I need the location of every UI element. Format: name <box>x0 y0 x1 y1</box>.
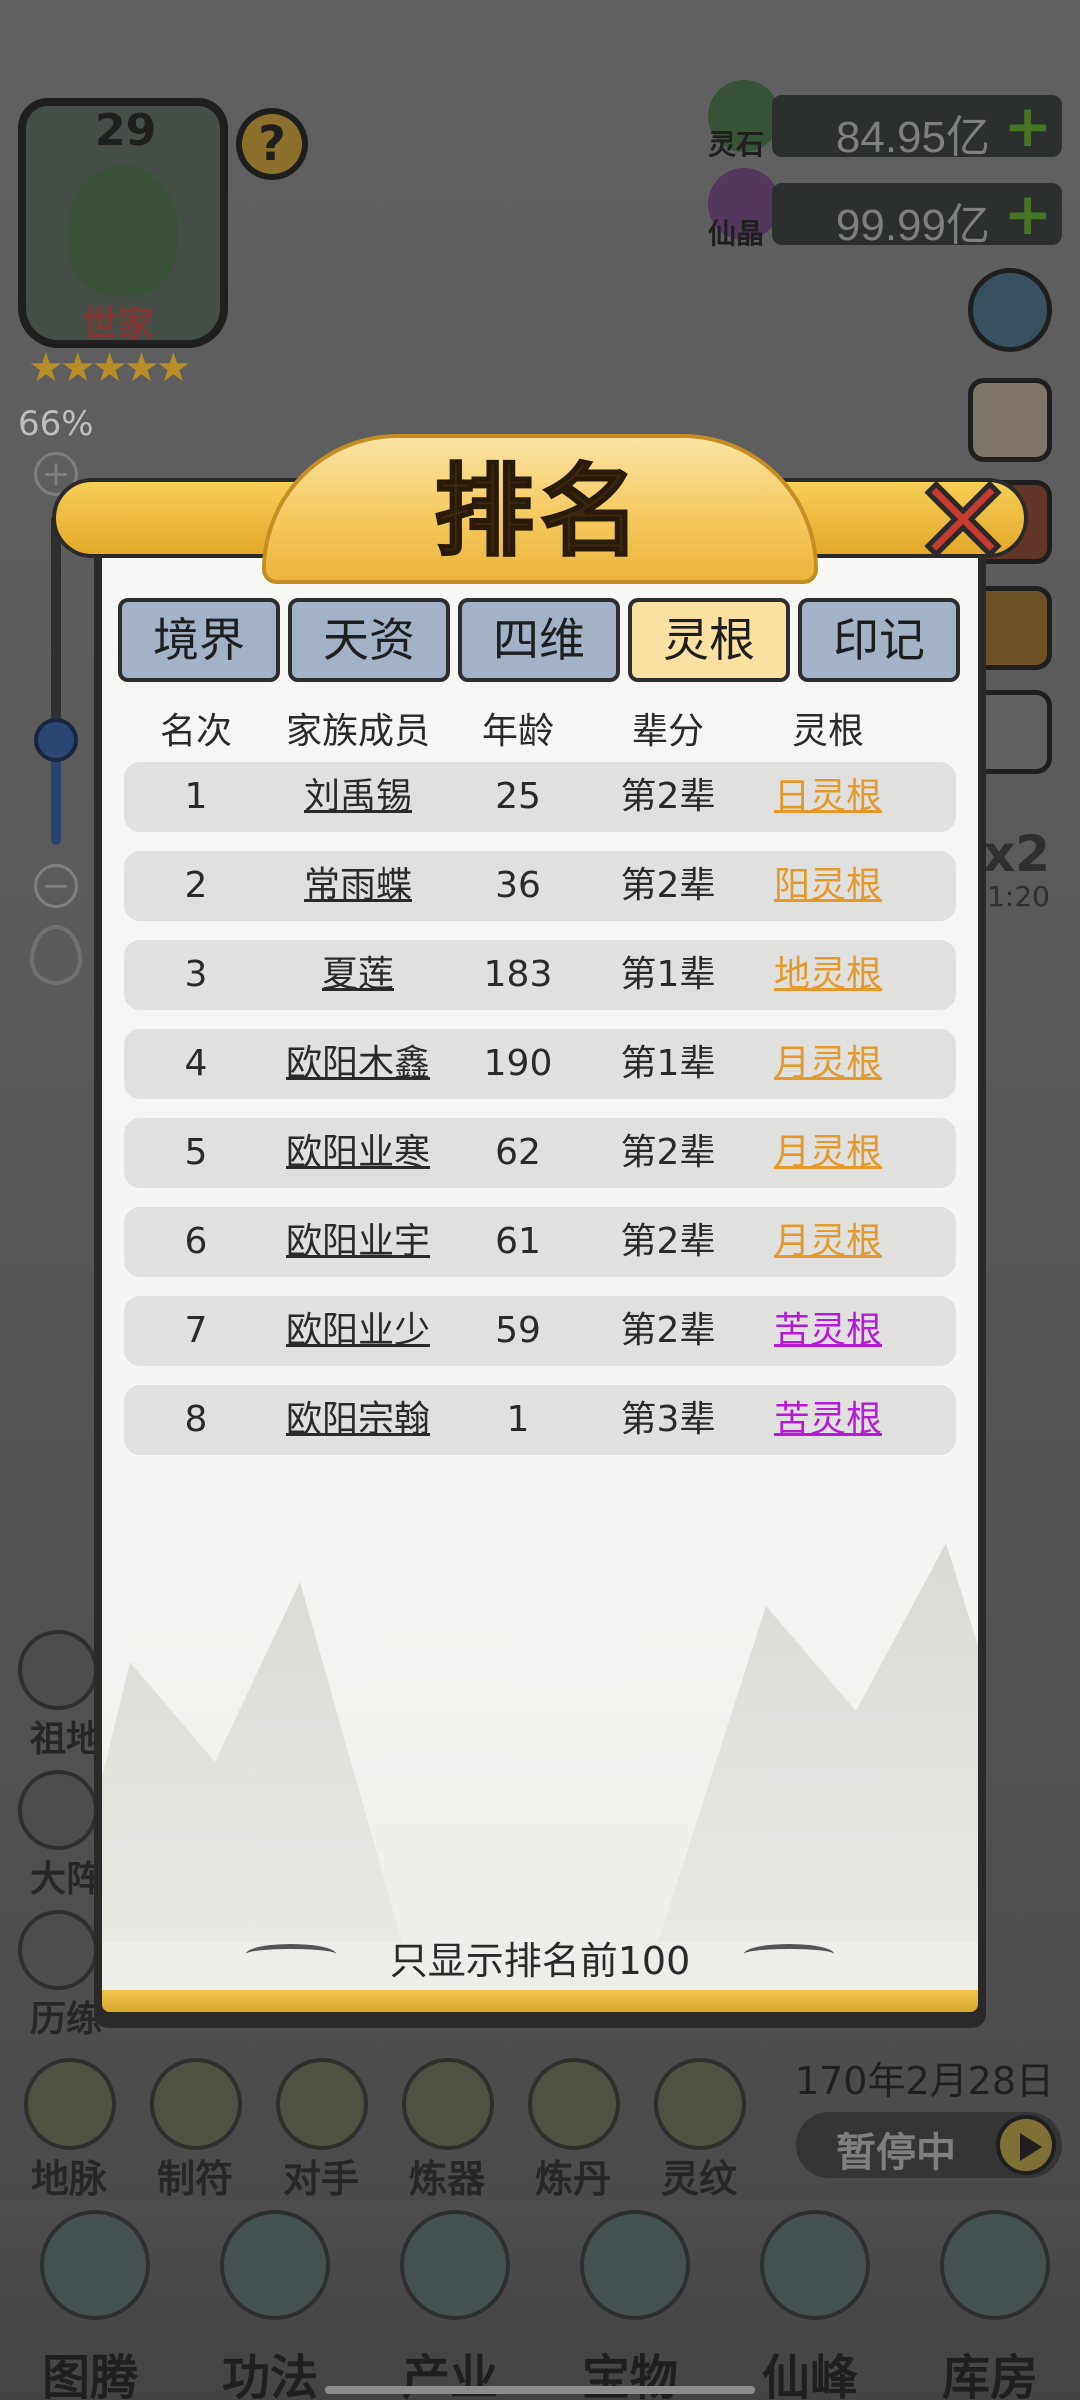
column-header-age: 年龄 <box>481 711 554 752</box>
member-name-link[interactable]: 欧阳木鑫 <box>268 1029 448 1099</box>
generation-cell: 第2辈 <box>620 1132 716 1173</box>
table-row[interactable]: 3 夏莲 183 第1辈 地灵根 <box>124 940 956 1010</box>
member-name-link[interactable]: 欧阳业宇 <box>268 1207 448 1277</box>
spirit-root-link[interactable]: 日灵根 <box>748 762 908 832</box>
age-cell: 36 <box>495 865 541 906</box>
member-name-link[interactable]: 欧阳业寒 <box>268 1118 448 1188</box>
table-row[interactable]: 8 欧阳宗翰 1 第3辈 苦灵根 <box>124 1385 956 1455</box>
generation-cell: 第2辈 <box>620 1221 716 1262</box>
member-name-link[interactable]: 夏莲 <box>268 940 448 1010</box>
rank-cell: 5 <box>184 1132 208 1173</box>
footer-note: 只显示排名前100 <box>389 1939 691 1983</box>
age-cell: 59 <box>495 1310 541 1351</box>
rank-cell: 4 <box>184 1043 208 1084</box>
table-row[interactable]: 4 欧阳木鑫 190 第1辈 月灵根 <box>124 1029 956 1099</box>
rank-cell: 8 <box>184 1399 208 1440</box>
generation-cell: 第2辈 <box>620 776 716 817</box>
tab-mark[interactable]: 印记 <box>798 598 960 682</box>
tab-spirit-root[interactable]: 灵根 <box>628 598 790 682</box>
age-cell: 190 <box>483 1043 553 1084</box>
rank-cell: 2 <box>184 865 208 906</box>
column-header-spirit-root: 灵根 <box>791 711 864 752</box>
spirit-root-link[interactable]: 阳灵根 <box>748 851 908 921</box>
column-header-generation: 辈分 <box>631 711 704 752</box>
column-header-rank: 名次 <box>159 711 232 752</box>
generation-cell: 第1辈 <box>620 1043 716 1084</box>
table-row[interactable]: 6 欧阳业宇 61 第2辈 月灵根 <box>124 1207 956 1277</box>
close-icon: ✕ <box>910 453 1016 592</box>
spirit-root-link[interactable]: 月灵根 <box>748 1029 908 1099</box>
rank-cell: 6 <box>184 1221 208 1262</box>
modal-title: 排名 <box>433 452 646 571</box>
rank-cell: 1 <box>184 776 208 817</box>
column-header-member: 家族成员 <box>285 711 430 752</box>
tab-attributes[interactable]: 四维 <box>458 598 620 682</box>
member-name-link[interactable]: 欧阳业少 <box>268 1296 448 1366</box>
mountain-decoration <box>658 1543 978 1942</box>
table-row[interactable]: 7 欧阳业少 59 第2辈 苦灵根 <box>124 1296 956 1366</box>
spirit-root-link[interactable]: 月灵根 <box>748 1207 908 1277</box>
rank-cell: 3 <box>184 954 208 995</box>
spirit-root-link[interactable]: 苦灵根 <box>748 1385 908 1455</box>
spirit-root-link[interactable]: 月灵根 <box>748 1118 908 1188</box>
generation-cell: 第1辈 <box>620 954 716 995</box>
age-cell: 25 <box>495 776 541 817</box>
generation-cell: 第2辈 <box>620 865 716 906</box>
generation-cell: 第3辈 <box>620 1399 716 1440</box>
mountain-decoration <box>102 1582 402 1942</box>
member-name-link[interactable]: 刘禹锡 <box>268 762 448 832</box>
table-row[interactable]: 1 刘禹锡 25 第2辈 日灵根 <box>124 762 956 832</box>
rank-cell: 7 <box>184 1310 208 1351</box>
ranking-tabs: 境界 天资 四维 灵根 印记 <box>118 598 963 682</box>
generation-cell: 第2辈 <box>620 1310 716 1351</box>
tab-talent[interactable]: 天资 <box>288 598 450 682</box>
tab-realm[interactable]: 境界 <box>118 598 280 682</box>
table-row[interactable]: 2 常雨蝶 36 第2辈 阳灵根 <box>124 851 956 921</box>
table-row[interactable]: 5 欧阳业寒 62 第2辈 月灵根 <box>124 1118 956 1188</box>
member-name-link[interactable]: 常雨蝶 <box>268 851 448 921</box>
modal-bottom-border <box>102 1990 978 2012</box>
member-name-link[interactable]: 欧阳宗翰 <box>268 1385 448 1455</box>
age-cell: 1 <box>506 1399 530 1440</box>
age-cell: 183 <box>483 954 553 995</box>
close-button[interactable]: ✕ <box>908 460 1018 585</box>
spirit-root-link[interactable]: 苦灵根 <box>748 1296 908 1366</box>
age-cell: 61 <box>495 1221 541 1262</box>
spirit-root-link[interactable]: 地灵根 <box>748 940 908 1010</box>
age-cell: 62 <box>495 1132 541 1173</box>
swirl-decoration <box>744 1944 834 1964</box>
